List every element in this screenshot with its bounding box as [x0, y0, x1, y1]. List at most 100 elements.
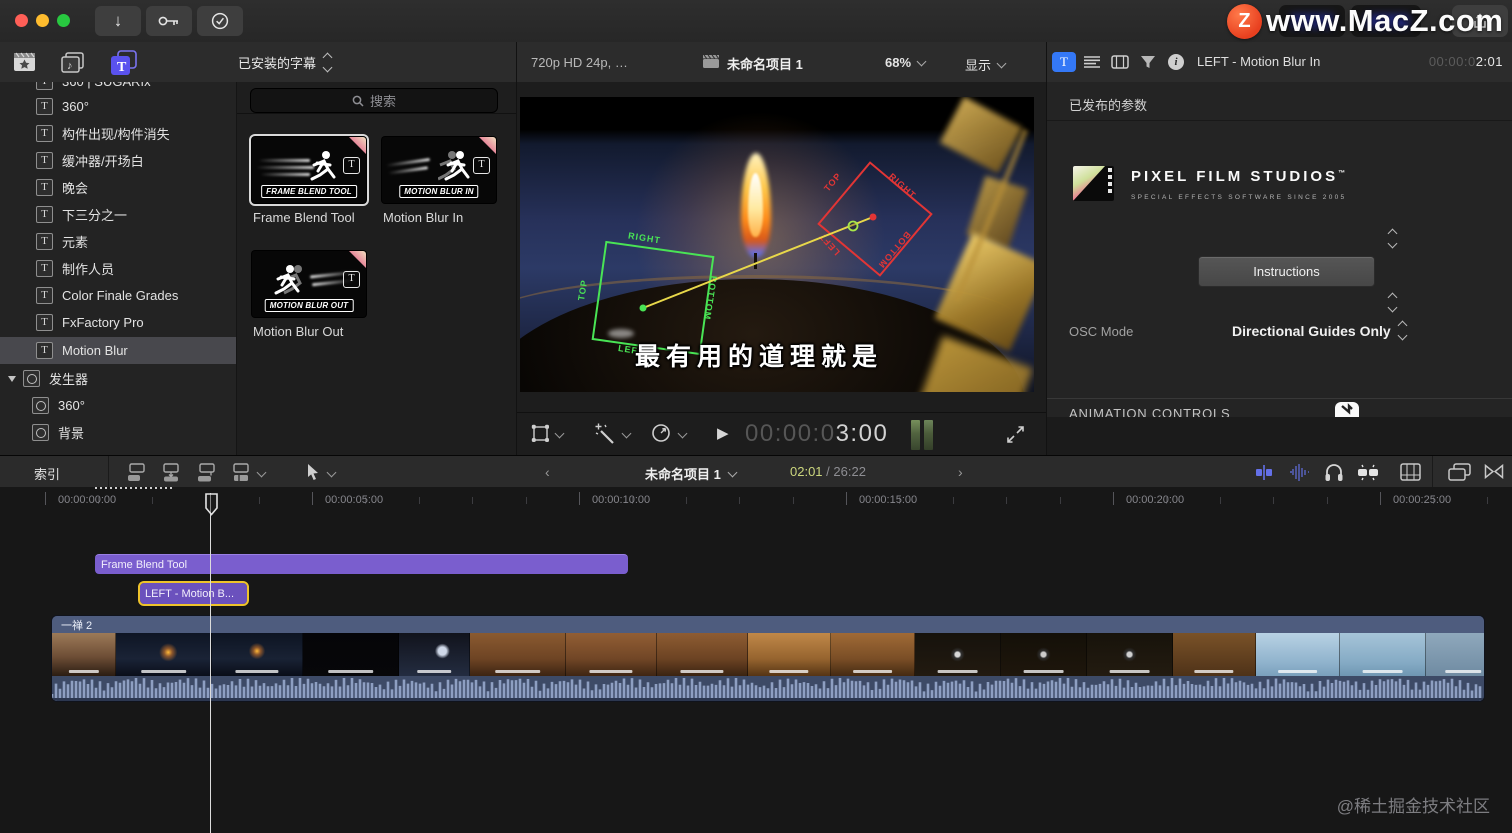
transition-bowtie-icon[interactable]	[1484, 464, 1504, 479]
playhead-marker[interactable]	[204, 493, 219, 516]
effect-motion-blur-in[interactable]: T MOTION BLUR IN	[382, 137, 496, 203]
viewer-timecode[interactable]: 00:00:03:00	[745, 420, 888, 448]
effect-motion-blur-out[interactable]: T MOTION BLUR OUT	[252, 251, 366, 317]
tab-video-inspector[interactable]	[1108, 52, 1132, 72]
sidebar-item-12[interactable]: 360°	[0, 392, 236, 419]
key-icon	[158, 16, 178, 26]
title-badge: T	[343, 271, 360, 288]
previous-project-button[interactable]: ‹	[545, 464, 550, 480]
overwrite-edit-icon	[233, 463, 249, 481]
viewer-canvas[interactable]: RIGHT TOP BOTTOM LEFT TOP RIGHT LEFT BOT…	[520, 97, 1034, 392]
sidebar-item-10[interactable]: T Motion Blur	[0, 337, 236, 364]
parameter-stepper[interactable]	[1387, 292, 1398, 313]
chevron-down-icon	[916, 56, 927, 66]
solo-headphones-icon[interactable]	[1324, 463, 1344, 482]
ruler-label: 00:00:25:00	[1393, 494, 1452, 506]
inspector-clip-title: LEFT - Motion Blur In	[1197, 54, 1321, 69]
index-button[interactable]: 索引	[34, 464, 60, 483]
sidebar-item-2[interactable]: T 构件出现/构件消失	[0, 120, 236, 147]
append-edit-icon[interactable]	[196, 463, 218, 482]
audio-skimming-icon[interactable]	[1288, 464, 1310, 481]
timeline[interactable]: 00:00:00:00 00:00:05:00 00:00:10:00 00:00:1…	[0, 487, 1512, 833]
sidebar-item-5[interactable]: T 下三分之一	[0, 201, 236, 228]
overwrite-edit-menu[interactable]	[230, 463, 267, 482]
fullscreen-icon[interactable]	[1007, 426, 1024, 443]
color-funnel-icon	[1141, 56, 1155, 68]
thumbnail-frame	[657, 633, 748, 676]
ruler-tick	[525, 497, 527, 504]
sidebar-item-3[interactable]: T 缓冲器/开场白	[0, 147, 236, 174]
skimming-icon[interactable]	[1253, 465, 1275, 480]
close-window-button[interactable]	[15, 14, 28, 27]
installed-titles-menu[interactable]: 已安装的字幕	[238, 52, 333, 73]
sidebar-item-8[interactable]: T Color Finale Grades	[0, 282, 236, 309]
sidebar-item-4[interactable]: T 晚会	[0, 174, 236, 201]
tab-text-inspector[interactable]	[1080, 52, 1104, 72]
connect-edit-icon[interactable]	[126, 463, 148, 482]
insert-edit-icon[interactable]	[160, 463, 182, 482]
disclosure-triangle-icon[interactable]	[8, 375, 16, 382]
retime-menu[interactable]	[651, 423, 688, 443]
download-button[interactable]: ↓	[95, 6, 141, 36]
generator-icon	[23, 370, 40, 387]
snapping-icon[interactable]	[1356, 464, 1380, 481]
sidebar-item-label: 晚会	[62, 181, 89, 196]
key-button[interactable]	[146, 6, 192, 36]
playhead-line[interactable]	[210, 493, 211, 833]
clip-label: LEFT - Motion B...	[145, 587, 235, 600]
toolbar-divider	[1432, 456, 1433, 488]
title-clip-left-motion-blur-selected[interactable]: LEFT - Motion B...	[138, 581, 249, 606]
play-button[interactable]: ▶	[717, 424, 729, 442]
photos-audio-sidebar-icon[interactable]: ♪	[60, 51, 86, 74]
ruler-label: 00:00:05:00	[325, 494, 384, 506]
ruler-tick	[1113, 492, 1114, 505]
titles-generators-sidebar-icon[interactable]	[13, 52, 37, 73]
video-clip[interactable]: 一禅 2	[52, 616, 1484, 701]
ruler-tick	[846, 492, 847, 505]
instructions-button[interactable]: Instructions	[1198, 256, 1375, 287]
burned-in-subtitle	[327, 670, 374, 673]
titles-icon: T	[36, 82, 53, 90]
parameter-stepper[interactable]	[1387, 228, 1398, 249]
chevron-down-icon	[677, 428, 688, 438]
audio-meters[interactable]	[911, 420, 933, 450]
burned-in-subtitle	[1277, 670, 1318, 673]
sidebar-item-11[interactable]: 发生器	[0, 365, 236, 392]
minimize-window-button[interactable]	[36, 14, 49, 27]
effect-frame-blend-tool[interactable]: T FRAME BLEND TOOL	[252, 137, 366, 203]
next-project-button[interactable]: ›	[958, 464, 963, 480]
timeline-ruler[interactable]: 00:00:00:00 00:00:05:00 00:00:10:00 00:00:1…	[0, 490, 1512, 516]
tab-color-inspector[interactable]	[1136, 52, 1160, 72]
tools-menu[interactable]	[306, 463, 337, 481]
tab-title-inspector[interactable]: T	[1052, 52, 1076, 72]
animation-controls-icon[interactable]	[1335, 402, 1359, 417]
viewer-project-name[interactable]: 未命名项目 1	[727, 54, 803, 73]
sidebar-item-1[interactable]: T 360°	[0, 93, 236, 120]
thumbnail-frame	[831, 633, 915, 676]
ruler-tick	[1219, 497, 1221, 504]
browser-toggle-icon[interactable]	[1448, 463, 1471, 481]
ruler-tick	[1380, 492, 1381, 505]
enhancements-menu[interactable]	[594, 423, 632, 444]
clip-appearance-icon[interactable]	[1400, 463, 1421, 481]
sidebar-item-13[interactable]: 背景	[0, 419, 236, 446]
zoom-window-button[interactable]	[57, 14, 70, 27]
macz-watermark: Z www.MacZ.com	[1227, 3, 1503, 39]
sidebar-item-7[interactable]: T 制作人员	[0, 255, 236, 282]
osc-mode-popup[interactable]: Directional Guides Only	[1232, 320, 1408, 341]
sidebar-item-9[interactable]: T FxFactory Pro	[0, 309, 236, 336]
corner-fold	[349, 137, 366, 154]
transform-menu[interactable]	[531, 424, 565, 443]
osc-mode-label: OSC Mode	[1069, 324, 1134, 339]
sidebar-item-label: Motion Blur	[62, 343, 128, 358]
titles-browser-icon-active[interactable]: T	[108, 50, 138, 76]
search-input[interactable]: 搜索	[250, 88, 498, 113]
title-clip-frame-blend-tool[interactable]: Frame Blend Tool	[95, 554, 628, 574]
inspector: 已发布的参数 PIXEL FILM STUDIOS™ SPECIAL EFFEC…	[1047, 82, 1512, 417]
viewer-display-menu[interactable]: 显示	[965, 55, 1007, 74]
viewer-zoom-menu[interactable]: 68%	[885, 55, 927, 70]
tab-info-inspector[interactable]: i	[1164, 52, 1188, 72]
check-button[interactable]	[197, 6, 243, 36]
timeline-project-menu[interactable]: 未命名项目 1	[645, 464, 738, 483]
sidebar-item-6[interactable]: T 元素	[0, 228, 236, 255]
